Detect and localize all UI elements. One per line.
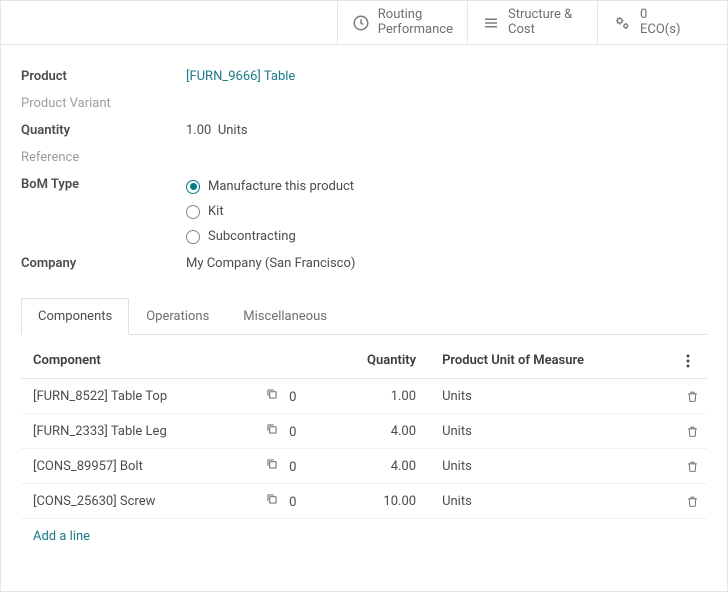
- cell-uom[interactable]: Units: [430, 449, 674, 484]
- tab-operations[interactable]: Operations: [129, 298, 226, 335]
- table-row[interactable]: [CONS_89957] Bolt04.00Units: [21, 449, 707, 484]
- tab-miscellaneous[interactable]: Miscellaneous: [226, 298, 344, 335]
- stat-buttons-bar: Routing Performance Structure & Cost 0: [1, 1, 727, 45]
- cell-quantity[interactable]: 1.00: [317, 379, 430, 414]
- reference-row: Reference: [21, 150, 707, 165]
- cell-sub[interactable]: 0: [253, 379, 317, 414]
- cell-quantity[interactable]: 4.00: [317, 449, 430, 484]
- tab-components[interactable]: Components: [21, 298, 129, 335]
- stat-button-text: 0 ECO(s): [640, 8, 680, 38]
- company-value: My Company (San Francisco): [186, 256, 355, 271]
- notebook: Components Operations Miscellaneous Comp…: [1, 289, 727, 568]
- cell-component[interactable]: [CONS_89957] Bolt: [21, 449, 253, 484]
- bom-type-options: Manufacture this product Kit Subcontract…: [186, 177, 354, 244]
- product-row: Product [FURN_9666] Table: [21, 69, 707, 84]
- routing-performance-button[interactable]: Routing Performance: [337, 1, 467, 44]
- gears-icon: [612, 14, 632, 32]
- bom-type-label: BoM Type: [21, 177, 186, 192]
- add-line-button[interactable]: Add a line: [21, 519, 707, 568]
- table-row[interactable]: [FURN_8522] Table Top01.00Units: [21, 379, 707, 414]
- reference-label: Reference: [21, 150, 186, 165]
- th-component[interactable]: Component: [21, 345, 253, 379]
- delete-row-button[interactable]: [674, 484, 707, 519]
- quantity-value: 1.00 Units: [186, 123, 248, 138]
- cell-component[interactable]: [FURN_2333] Table Leg: [21, 414, 253, 449]
- variant-row: Product Variant: [21, 96, 707, 111]
- copy-icon[interactable]: [265, 492, 279, 506]
- cell-component[interactable]: [FURN_8522] Table Top: [21, 379, 253, 414]
- copy-icon[interactable]: [265, 422, 279, 436]
- ecos-button[interactable]: 0 ECO(s): [597, 1, 727, 44]
- cell-uom[interactable]: Units: [430, 379, 674, 414]
- table-header-row: Component Quantity Product Unit of Measu…: [21, 345, 707, 379]
- quantity-label: Quantity: [21, 123, 186, 138]
- radio-unchecked-icon: [186, 230, 200, 244]
- bom-type-subcontracting[interactable]: Subcontracting: [186, 229, 354, 244]
- variant-label: Product Variant: [21, 96, 186, 111]
- bom-type-kit[interactable]: Kit: [186, 204, 354, 219]
- list-icon: [482, 14, 500, 32]
- radio-label: Subcontracting: [208, 229, 296, 244]
- company-label: Company: [21, 256, 186, 271]
- product-label: Product: [21, 69, 186, 84]
- cell-uom[interactable]: Units: [430, 414, 674, 449]
- components-table: Component Quantity Product Unit of Measu…: [21, 335, 707, 568]
- structure-cost-button[interactable]: Structure & Cost: [467, 1, 597, 44]
- column-options-button[interactable]: [674, 345, 707, 379]
- cell-quantity[interactable]: 4.00: [317, 414, 430, 449]
- radio-label: Kit: [208, 204, 224, 219]
- radio-unchecked-icon: [186, 205, 200, 219]
- th-quantity[interactable]: Quantity: [317, 345, 430, 379]
- clock-icon: [352, 14, 370, 32]
- cell-quantity[interactable]: 10.00: [317, 484, 430, 519]
- cell-sub[interactable]: 0: [253, 414, 317, 449]
- bom-type-row: BoM Type Manufacture this product Kit Su…: [21, 177, 707, 244]
- th-uom[interactable]: Product Unit of Measure: [430, 345, 674, 379]
- delete-row-button[interactable]: [674, 414, 707, 449]
- delete-row-button[interactable]: [674, 379, 707, 414]
- th-sub: [253, 345, 317, 379]
- radio-checked-icon: [186, 180, 200, 194]
- cell-uom[interactable]: Units: [430, 484, 674, 519]
- table-row[interactable]: [FURN_2333] Table Leg04.00Units: [21, 414, 707, 449]
- cell-sub[interactable]: 0: [253, 449, 317, 484]
- cell-component[interactable]: [CONS_25630] Screw: [21, 484, 253, 519]
- stat-button-text: Structure & Cost: [508, 8, 572, 38]
- company-row: Company My Company (San Francisco): [21, 256, 707, 271]
- bom-type-manufacture[interactable]: Manufacture this product: [186, 179, 354, 194]
- form-container: Routing Performance Structure & Cost 0: [0, 0, 728, 592]
- copy-icon[interactable]: [265, 387, 279, 401]
- radio-label: Manufacture this product: [208, 179, 354, 194]
- tabs: Components Operations Miscellaneous: [21, 297, 707, 335]
- stat-button-text: Routing Performance: [378, 8, 453, 38]
- table-row[interactable]: [CONS_25630] Screw010.00Units: [21, 484, 707, 519]
- product-value[interactable]: [FURN_9666] Table: [186, 69, 295, 84]
- copy-icon[interactable]: [265, 457, 279, 471]
- form-body: Product [FURN_9666] Table Product Varian…: [1, 45, 727, 289]
- cell-sub[interactable]: 0: [253, 484, 317, 519]
- quantity-row: Quantity 1.00 Units: [21, 123, 707, 138]
- delete-row-button[interactable]: [674, 449, 707, 484]
